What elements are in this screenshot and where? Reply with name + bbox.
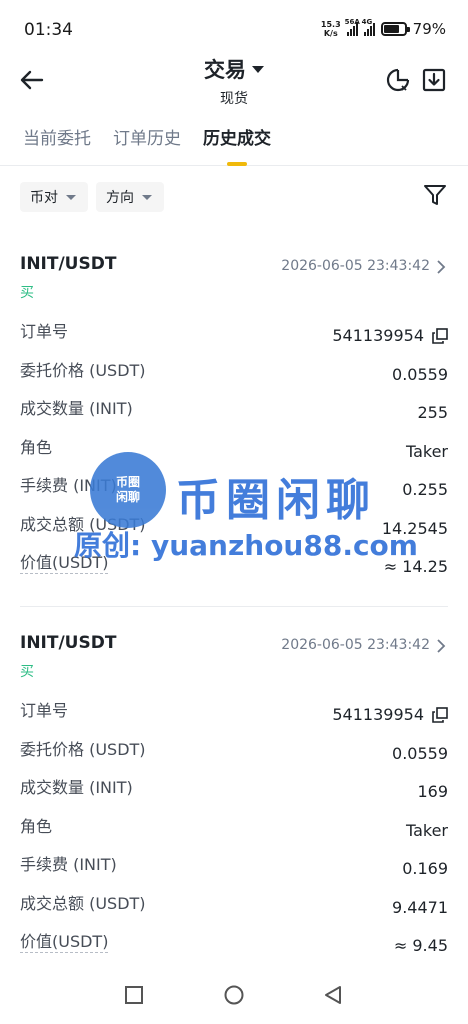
- status-indicators: 15.3 K/s 56A 4G 79%: [320, 18, 446, 38]
- side-filter-dropdown[interactable]: 方向: [96, 182, 164, 212]
- caret-down-icon: [142, 194, 152, 200]
- trade-card[interactable]: INIT/USDT 买 2026-06-05 23:43:42 订单号 5411…: [0, 633, 468, 967]
- trade-row-price: 委托价格 (USDT) 0.0559: [20, 739, 448, 763]
- trade-row-fee: 手续费 (INIT) 0.169: [20, 855, 448, 878]
- back-triangle-icon[interactable]: [322, 984, 344, 1006]
- trade-pair: INIT/USDT: [20, 254, 117, 274]
- network-speed: 15.3 K/s: [320, 20, 341, 38]
- trade-row-value: 价值(USDT) ≈ 9.45: [0, 928, 468, 967]
- download-icon[interactable]: [420, 66, 448, 94]
- trade-row-quantity: 成交数量 (INIT) 169: [20, 778, 448, 801]
- trade-row-order-id: 订单号 541139954: [0, 318, 468, 357]
- trade-side: 买: [20, 285, 34, 301]
- pie-chart-clock-icon[interactable]: [384, 66, 412, 94]
- app-header: 交易 现货: [0, 50, 468, 110]
- trade-row-total: 成交总额 (USDT) 14.2545: [20, 514, 448, 538]
- filter-funnel-icon[interactable]: [422, 182, 448, 208]
- trade-row-value: 价值(USDT) ≈ 14.25: [0, 549, 468, 588]
- trade-row-fee: 手续费 (INIT) 0.255: [20, 476, 448, 499]
- battery-percent: 79%: [412, 20, 446, 38]
- system-nav-bar: [0, 964, 468, 1024]
- copy-icon[interactable]: [432, 706, 448, 723]
- copy-icon[interactable]: [432, 327, 448, 344]
- signal-2-icon: 4G: [362, 18, 375, 36]
- trade-datetime: 2026-06-05 23:43:42: [281, 258, 430, 274]
- tab-open-orders[interactable]: 当前委托: [23, 124, 91, 166]
- trade-row-price: 委托价格 (USDT) 0.0559: [20, 360, 448, 384]
- status-time: 01:34: [24, 20, 73, 40]
- trade-card-header: INIT/USDT 买 2026-06-05 23:43:42: [0, 254, 468, 318]
- home-icon[interactable]: [223, 984, 245, 1006]
- caret-down-icon: [66, 194, 76, 200]
- trade-card[interactable]: INIT/USDT 买 2026-06-05 23:43:42 订单号 5411…: [0, 254, 468, 588]
- battery-icon: [380, 22, 410, 36]
- filter-bar: 币对 方向: [20, 182, 164, 212]
- trade-datetime: 2026-06-05 23:43:42: [281, 637, 430, 653]
- trade-pair: INIT/USDT: [20, 633, 117, 653]
- divider: [20, 606, 448, 607]
- chevron-right-icon[interactable]: [436, 639, 446, 653]
- trade-row-total: 成交总额 (USDT) 9.4471: [20, 893, 448, 917]
- trade-card-header: INIT/USDT 买 2026-06-05 23:43:42: [0, 633, 468, 697]
- pair-filter-dropdown[interactable]: 币对: [20, 182, 88, 212]
- signal-1-icon: 56A: [345, 18, 360, 36]
- recent-apps-icon[interactable]: [123, 984, 145, 1006]
- tab-bar: 当前委托 订单历史 历史成交: [0, 124, 468, 166]
- tab-order-history[interactable]: 订单历史: [113, 124, 181, 166]
- trade-row-quantity: 成交数量 (INIT) 255: [20, 399, 448, 422]
- trade-row-role: 角色 Taker: [20, 816, 448, 840]
- caret-down-icon: [252, 65, 264, 73]
- trade-side: 买: [20, 664, 34, 680]
- trade-row-order-id: 订单号 541139954: [0, 697, 468, 736]
- tab-trade-history[interactable]: 历史成交: [203, 124, 271, 166]
- trade-row-role: 角色 Taker: [20, 437, 448, 461]
- page-title-dropdown[interactable]: 交易: [204, 54, 264, 84]
- chevron-right-icon[interactable]: [436, 260, 446, 274]
